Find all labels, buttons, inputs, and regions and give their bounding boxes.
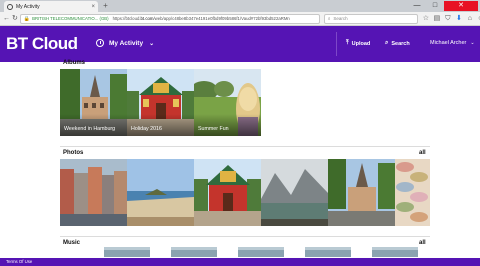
upload-label: Upload: [351, 40, 371, 47]
photo-thumbnail[interactable]: [194, 159, 261, 226]
album-card[interactable]: Holiday 2016: [127, 69, 194, 136]
my-activity-label: My Activity: [109, 39, 144, 47]
shield-icon[interactable]: ⛉: [444, 15, 452, 23]
album-label: Summer Fun: [198, 126, 229, 132]
search-label: Search: [391, 40, 410, 47]
chevron-down-icon: ⌄: [149, 40, 155, 47]
album-card[interactable]: Weekend in Hamburg: [60, 69, 127, 136]
chevron-down-icon: ⌄: [470, 40, 475, 46]
upload-icon: ⤒: [346, 40, 349, 46]
certificate-org: BRITISH TELECOMMUNICATIO... (GB): [32, 16, 109, 21]
my-activity-dropdown[interactable]: My Activity ⌄: [96, 39, 154, 47]
toolbar-icons: ☆ ▤ ⛉ ⬇ ⌂ ☺ ≡: [422, 15, 480, 23]
star-icon[interactable]: ☆: [422, 15, 430, 23]
bt-cloud-logo[interactable]: BT Cloud: [6, 34, 78, 54]
app: My Activity × + — □ ✕ ← ↻ 🔒 BRITISH TELE…: [0, 0, 480, 266]
album-label: Weekend in Hamburg: [64, 126, 116, 132]
music-cover-thumbnail[interactable]: [372, 247, 418, 257]
search-icon: ⌕: [327, 16, 331, 21]
photo-thumbnail[interactable]: [328, 159, 395, 226]
reload-icon[interactable]: ↻: [12, 14, 18, 24]
photo-thumbnail[interactable]: [395, 159, 430, 226]
reading-list-icon[interactable]: ▤: [433, 15, 441, 23]
album-shade: [194, 114, 261, 136]
music-cover-thumbnail[interactable]: [171, 247, 217, 257]
album-label: Holiday 2016: [131, 126, 162, 132]
photos-all-link[interactable]: all: [419, 150, 426, 156]
search-icon: ⌕: [385, 40, 389, 46]
photo-thumbnail[interactable]: [127, 159, 194, 226]
user-name: Michael Archer: [430, 40, 467, 46]
clock-icon: [96, 39, 104, 47]
music-heading: Music: [63, 240, 81, 246]
music-cover-thumbnail[interactable]: [104, 247, 150, 257]
search-button[interactable]: ⌕ Search: [385, 40, 410, 47]
header-divider: [336, 32, 337, 56]
url-path: /web/app/c48be8b347e4191e0fbd9f09b586f1/…: [153, 16, 290, 21]
albums-heading: Albums: [63, 60, 86, 66]
footer: Terms Of Use: [0, 258, 480, 266]
music-all-link[interactable]: all: [419, 240, 426, 246]
app-header: BT Cloud My Activity ⌄ ⤒ Upload ⌕ Search…: [0, 26, 480, 62]
minimize-button[interactable]: —: [408, 1, 426, 11]
home-icon[interactable]: ⌂: [466, 15, 474, 23]
upload-button[interactable]: ⤒ Upload: [346, 40, 370, 47]
tab-title: My Activity: [16, 3, 40, 10]
browser-toolbar: ← ↻ 🔒 BRITISH TELECOMMUNICATIO... (GB) h…: [0, 12, 480, 26]
tab-favicon-icon: [7, 3, 13, 10]
browser-tab-bar: My Activity × + — □ ✕: [0, 0, 480, 12]
url-host: bt.com: [140, 16, 154, 21]
terms-of-use-link[interactable]: Terms Of Use: [6, 259, 32, 264]
address-bar[interactable]: 🔒 BRITISH TELECOMMUNICATIO... (GB) https…: [19, 13, 320, 24]
section-divider: [60, 146, 430, 147]
section-divider: [60, 236, 430, 237]
browser-search-input[interactable]: ⌕ Search: [323, 13, 418, 24]
browser-tab[interactable]: My Activity ×: [4, 1, 98, 12]
music-cover-thumbnail[interactable]: [238, 247, 284, 257]
url-prefix: https://btcloud.: [112, 16, 141, 21]
lock-icon: 🔒: [23, 15, 31, 22]
album-card[interactable]: Summer Fun: [194, 69, 261, 136]
new-tab-button[interactable]: +: [101, 2, 110, 11]
user-menu[interactable]: Michael Archer ⌄: [430, 40, 475, 46]
photo-thumbnail[interactable]: [60, 159, 127, 226]
photos-heading: Photos: [63, 150, 84, 156]
album-shade: [127, 114, 194, 136]
maximize-button[interactable]: □: [426, 1, 444, 11]
browser-search-placeholder: Search: [333, 16, 348, 21]
photo-thumbnail[interactable]: [261, 159, 328, 226]
close-window-button[interactable]: ✕: [444, 1, 478, 11]
back-icon[interactable]: ←: [3, 14, 10, 24]
download-icon[interactable]: ⬇: [455, 15, 463, 23]
music-cover-thumbnail[interactable]: [305, 247, 351, 257]
tab-close-icon[interactable]: ×: [91, 4, 95, 10]
album-shade: [60, 114, 127, 136]
